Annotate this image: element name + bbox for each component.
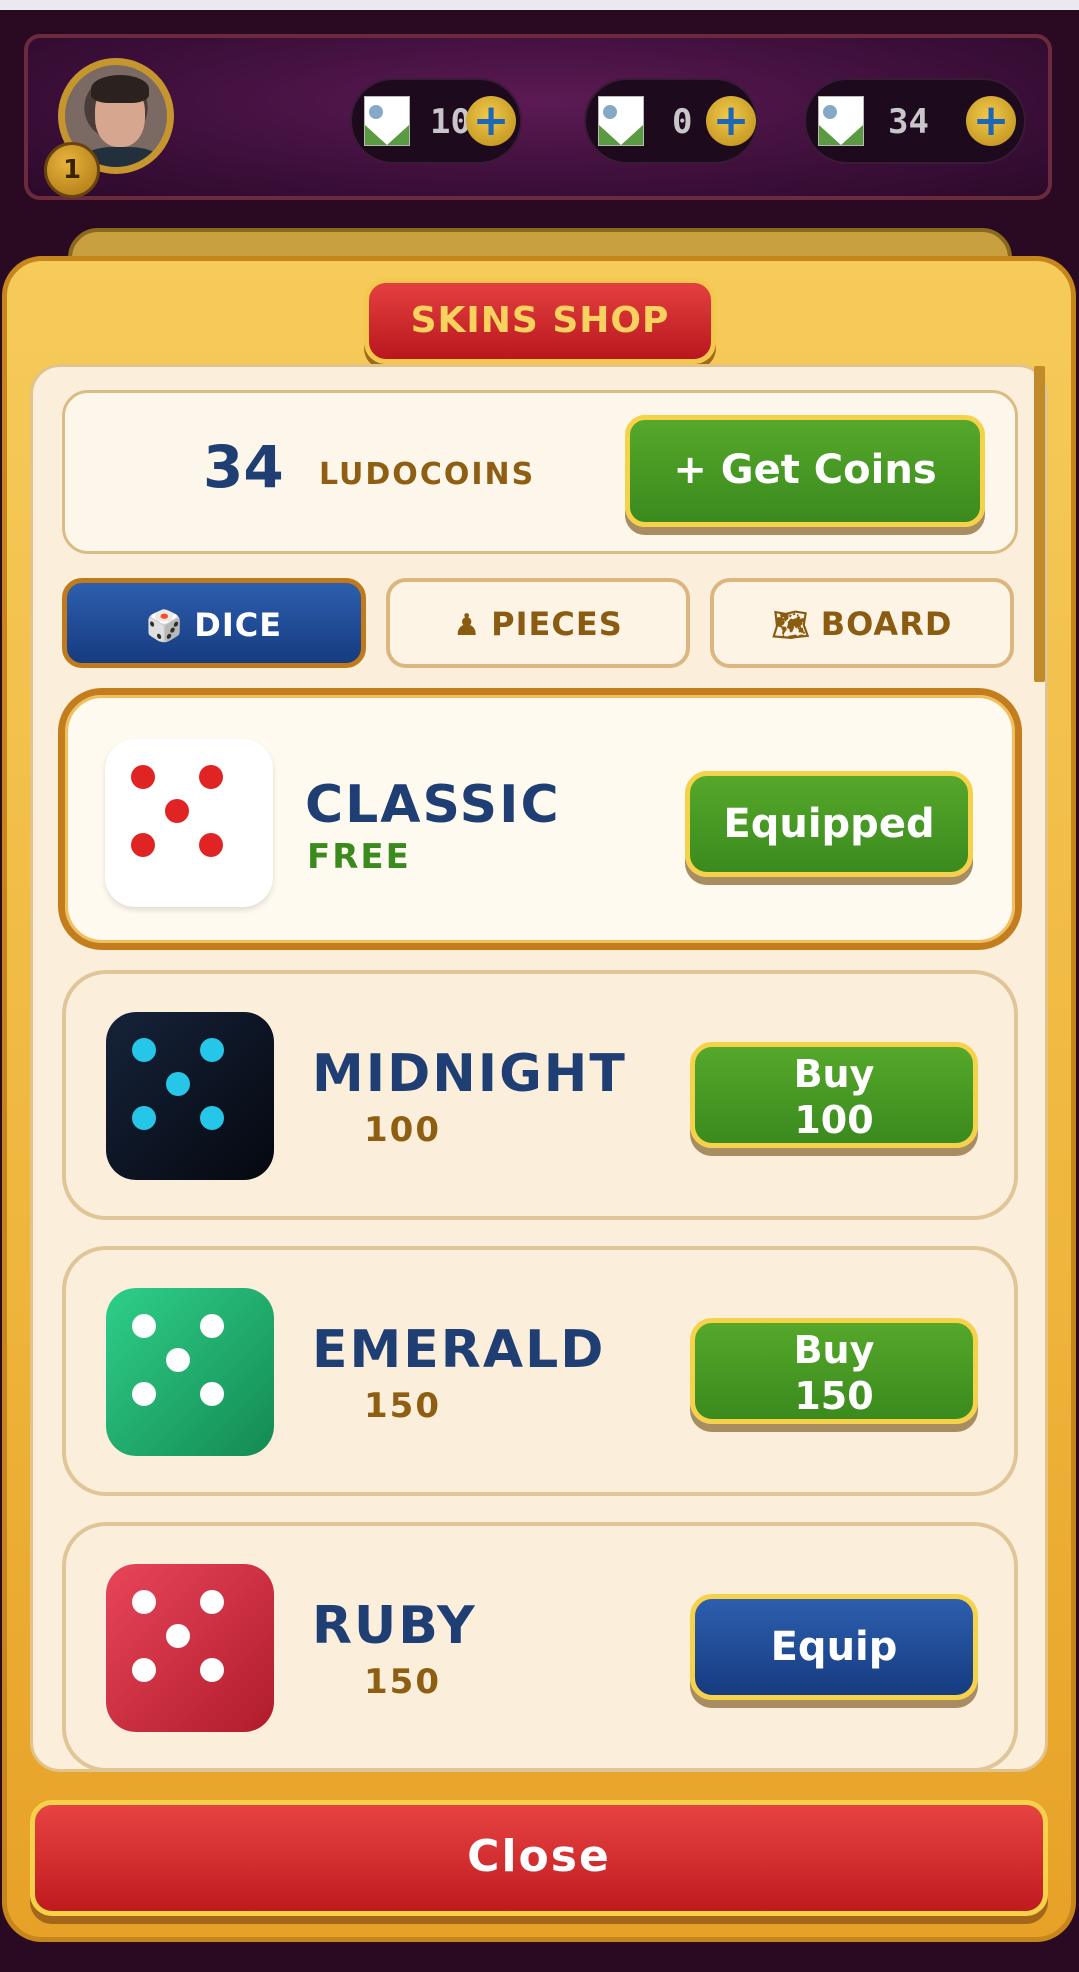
die-face-icon <box>106 1288 274 1456</box>
plus-icon[interactable]: + <box>966 96 1016 146</box>
player-hud: 1 10 + 0 + 34 + <box>24 34 1052 200</box>
die-pip <box>200 1038 224 1062</box>
die-pip <box>132 1038 156 1062</box>
die-face-icon <box>106 1564 274 1732</box>
skin-price: FREE <box>307 837 411 877</box>
skin-name: EMERALD <box>312 1320 606 1380</box>
buy-price: 100 <box>794 1098 874 1142</box>
die-pip <box>132 1314 156 1338</box>
die-pip <box>132 1382 156 1406</box>
buy-button[interactable]: Buy 150 <box>690 1318 978 1424</box>
scrollbar[interactable] <box>1034 366 1045 682</box>
skin-name: RUBY <box>312 1596 477 1656</box>
die-pip <box>165 799 189 823</box>
skin-row-emerald[interactable]: EMERALD 150 Buy 150 <box>62 1246 1018 1496</box>
die-pip <box>132 1590 156 1614</box>
die-pip <box>200 1314 224 1338</box>
buy-label: Buy <box>793 1328 875 1372</box>
skin-price: 150 <box>364 1386 441 1426</box>
die-pip <box>200 1590 224 1614</box>
skin-row-classic[interactable]: CLASSIC FREE Equipped <box>58 688 1022 950</box>
level-badge: 1 <box>44 142 100 198</box>
die-pip <box>166 1072 190 1096</box>
coin-count: 34 <box>203 433 284 501</box>
currency-value: 34 <box>888 102 929 142</box>
close-button[interactable]: Close <box>30 1800 1048 1916</box>
tab-dice[interactable]: 🎲 DICE <box>62 578 366 668</box>
browser-top-strip <box>0 0 1079 10</box>
die-pip <box>131 833 155 857</box>
skin-row-ruby[interactable]: RUBY 150 Equip <box>62 1522 1018 1772</box>
die-pip <box>200 1658 224 1682</box>
tab-label: PIECES <box>491 605 623 643</box>
tab-pieces[interactable]: ♟ PIECES <box>386 578 690 668</box>
skin-name: MIDNIGHT <box>312 1044 627 1104</box>
modal-title: SKINS SHOP <box>364 278 716 364</box>
get-coins-button[interactable]: + Get Coins <box>625 415 985 527</box>
die-pip <box>199 765 223 789</box>
die-face-icon <box>106 1012 274 1180</box>
skin-row-midnight[interactable]: MIDNIGHT 100 Buy 100 <box>62 970 1018 1220</box>
die-pip <box>200 1382 224 1406</box>
die-pip <box>132 1658 156 1682</box>
die-pip <box>132 1106 156 1130</box>
broken-image-icon <box>598 96 644 146</box>
broken-image-icon <box>818 96 864 146</box>
die-pip <box>200 1106 224 1130</box>
currency-stat-1: 10 + <box>350 78 522 164</box>
currency-stat-3: 34 + <box>804 78 1026 164</box>
skin-price: 100 <box>364 1110 441 1150</box>
map-icon: 🗺 <box>771 608 811 643</box>
die-pip <box>166 1348 190 1372</box>
die-pip <box>166 1624 190 1648</box>
buy-label: Buy <box>793 1052 875 1096</box>
tab-label: DICE <box>194 606 283 644</box>
currency-value: 0 <box>672 102 693 142</box>
equip-button[interactable]: Equip <box>690 1594 978 1700</box>
avatar-hair <box>91 75 149 103</box>
skin-name: CLASSIC <box>305 775 561 835</box>
currency-stat-2: 0 + <box>584 78 758 164</box>
plus-icon[interactable]: + <box>706 96 756 146</box>
currency-value: 10 <box>430 102 471 142</box>
coins-balance-box: 34 LUDOCOINS + Get Coins <box>62 390 1018 554</box>
buy-button[interactable]: Buy 100 <box>690 1042 978 1148</box>
equipped-button[interactable]: Equipped <box>685 771 973 877</box>
broken-image-icon <box>364 96 410 146</box>
dice-icon: 🎲 <box>145 609 185 644</box>
die-pip <box>199 833 223 857</box>
buy-price: 150 <box>794 1374 874 1418</box>
pawn-icon: ♟ <box>453 608 482 643</box>
skin-price: 150 <box>364 1662 441 1702</box>
die-face-icon <box>105 739 273 907</box>
tab-board[interactable]: 🗺 BOARD <box>710 578 1014 668</box>
coin-label: LUDOCOINS <box>319 457 536 492</box>
die-pip <box>131 765 155 789</box>
tab-label: BOARD <box>820 605 953 643</box>
plus-icon[interactable]: + <box>466 96 516 146</box>
